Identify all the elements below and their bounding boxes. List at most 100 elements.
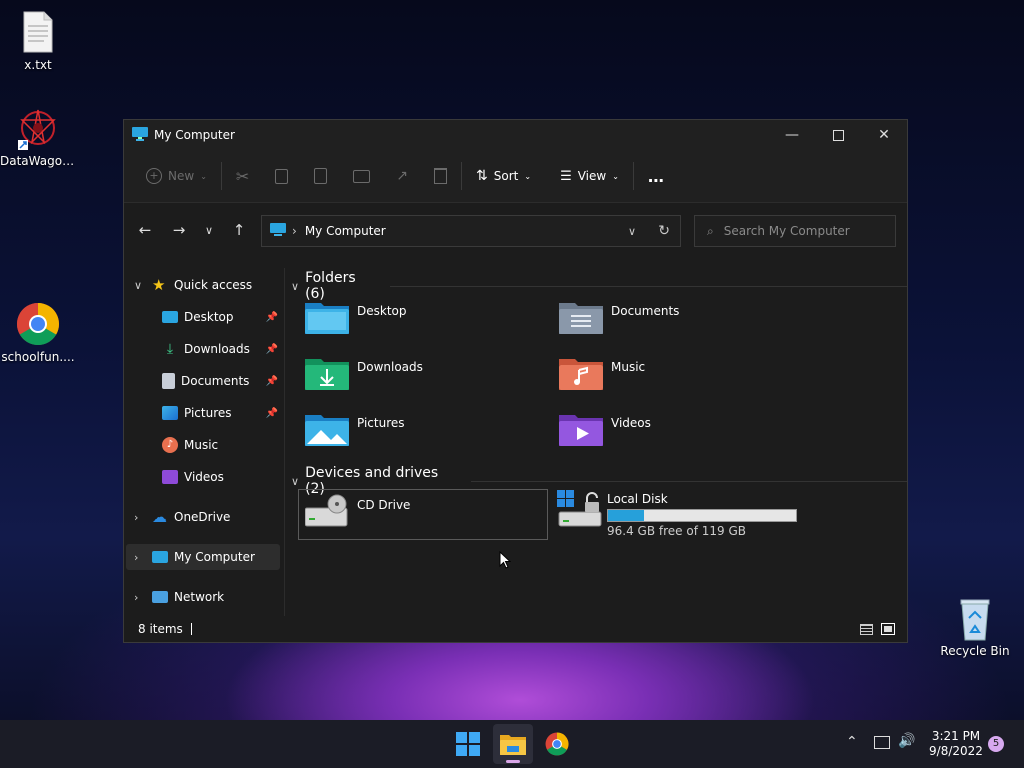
address-bar[interactable]: › My Computer ∨ ↻ bbox=[261, 215, 681, 247]
sort-button[interactable]: ⇅ Sort ⌄ bbox=[468, 160, 539, 192]
folders-section-header[interactable]: ∨ Folders (6) bbox=[291, 270, 907, 302]
clock-time: 3:21 PM bbox=[931, 729, 981, 743]
forward-button[interactable]: → bbox=[162, 215, 196, 245]
sidebar-item-network[interactable]: › Network bbox=[134, 584, 224, 610]
document-icon bbox=[162, 373, 175, 389]
tiles-view-button[interactable] bbox=[881, 623, 895, 635]
title-bar[interactable]: My Computer — ✕ bbox=[124, 120, 907, 150]
sidebar-item-videos[interactable]: Videos bbox=[162, 464, 278, 490]
folder-downloads[interactable]: Downloads bbox=[305, 356, 423, 390]
pin-icon[interactable]: 📌 bbox=[266, 376, 278, 387]
show-hidden-icons-button[interactable]: ⌃ bbox=[846, 734, 858, 750]
plus-circle-icon: + bbox=[146, 168, 162, 184]
section-divider bbox=[471, 480, 907, 482]
drive-local-disk[interactable]: Local Disk 96.4 GB free of 119 GB bbox=[557, 490, 807, 540]
pin-icon[interactable]: 📌 bbox=[266, 408, 278, 419]
windows-logo-icon bbox=[456, 732, 480, 756]
share-button[interactable]: ↗ bbox=[388, 160, 416, 192]
share-icon: ↗ bbox=[396, 168, 409, 184]
downloads-folder-icon bbox=[305, 359, 349, 390]
folder-documents[interactable]: Documents bbox=[559, 300, 679, 334]
sidebar-item-onedrive[interactable]: › ☁ OneDrive bbox=[134, 504, 230, 530]
paste-button[interactable] bbox=[306, 160, 335, 192]
delete-button[interactable] bbox=[426, 160, 455, 192]
sidebar-item-label: Network bbox=[174, 590, 225, 604]
navigation-pane: ∨ ★ Quick access Desktop 📌 ⤓ Downloads 📌… bbox=[124, 268, 285, 616]
notification-count: 5 bbox=[992, 738, 1000, 749]
sidebar-item-music[interactable]: ♪ Music bbox=[162, 432, 278, 458]
sidebar-item-label: Pictures bbox=[184, 406, 232, 420]
text-file-icon bbox=[16, 10, 60, 54]
view-button[interactable]: ☰ View ⌄ bbox=[552, 160, 627, 192]
star-icon: ★ bbox=[152, 276, 166, 294]
sidebar-item-label: Videos bbox=[184, 470, 224, 484]
sidebar-item-label: Documents bbox=[181, 374, 250, 388]
breadcrumb-location[interactable]: My Computer bbox=[305, 224, 386, 238]
sidebar-item-quick-access[interactable]: ∨ ★ Quick access bbox=[134, 272, 252, 298]
desktop-icon-x-txt[interactable]: x.txt bbox=[0, 10, 76, 72]
desktop-folder-icon bbox=[305, 303, 349, 334]
volume-icon[interactable]: 🔊 bbox=[898, 733, 915, 749]
rename-button[interactable] bbox=[345, 160, 378, 192]
disk-usage-bar bbox=[607, 509, 797, 522]
close-button[interactable]: ✕ bbox=[861, 120, 907, 150]
refresh-icon[interactable]: ↻ bbox=[658, 223, 670, 239]
drive-cd[interactable]: CD Drive bbox=[298, 489, 548, 540]
sidebar-item-label: Downloads bbox=[184, 342, 250, 356]
start-button[interactable] bbox=[448, 724, 488, 764]
sidebar-item-label: Music bbox=[184, 438, 219, 452]
file-explorer-window[interactable]: My Computer — ✕ + New ⌄ ✂ ↗ ⇅ Sort ⌄ ☰ V… bbox=[123, 119, 908, 643]
recent-locations-button[interactable]: ∨ bbox=[196, 215, 222, 245]
cd-drive-icon bbox=[305, 494, 348, 527]
search-placeholder: Search My Computer bbox=[723, 224, 850, 238]
sidebar-item-my-computer[interactable]: › My Computer bbox=[126, 544, 280, 570]
more-options-button[interactable]: … bbox=[640, 160, 672, 192]
computer-icon bbox=[152, 551, 168, 563]
sidebar-item-label: My Computer bbox=[174, 550, 255, 564]
window-title: My Computer bbox=[154, 128, 235, 142]
desktop-icon-label: Recycle Bin bbox=[940, 644, 1010, 658]
close-icon: ✕ bbox=[878, 127, 890, 143]
text-cursor bbox=[190, 623, 192, 635]
notification-badge[interactable]: 5 bbox=[988, 736, 1004, 752]
folder-videos[interactable]: Videos bbox=[559, 412, 651, 446]
chrome-icon bbox=[16, 302, 60, 346]
pin-icon[interactable]: 📌 bbox=[266, 312, 278, 323]
pin-icon[interactable]: 📌 bbox=[266, 344, 278, 355]
folder-pictures[interactable]: Pictures bbox=[305, 412, 405, 446]
arrow-left-icon: ← bbox=[138, 221, 152, 239]
taskbar-chrome[interactable] bbox=[537, 724, 577, 764]
maximize-button[interactable] bbox=[815, 120, 861, 150]
search-box[interactable]: ⌕ Search My Computer bbox=[694, 215, 896, 247]
chevron-down-icon: ∨ bbox=[291, 474, 300, 488]
back-button[interactable]: ← bbox=[128, 215, 162, 245]
folder-music[interactable]: Music bbox=[559, 356, 645, 390]
sidebar-item-label: Quick access bbox=[174, 278, 253, 292]
desktop-icon-datawagon[interactable]: DataWagon... bbox=[0, 106, 76, 168]
folder-desktop[interactable]: Desktop bbox=[305, 300, 407, 334]
sidebar-item-downloads[interactable]: ⤓ Downloads 📌 bbox=[162, 336, 278, 362]
taskbar-file-explorer[interactable] bbox=[493, 724, 533, 764]
folder-name: Documents bbox=[611, 304, 680, 318]
new-button[interactable]: + New ⌄ bbox=[138, 160, 215, 192]
sidebar-item-pictures[interactable]: Pictures 📌 bbox=[162, 400, 278, 426]
desktop-icon-chrome[interactable]: schoolfun.... bbox=[0, 302, 76, 364]
sort-icon: ⇅ bbox=[476, 168, 488, 184]
chevron-right-icon: › bbox=[134, 510, 139, 524]
clock[interactable]: 3:21 PM 9/8/2022 bbox=[926, 729, 986, 759]
toolbar-separator bbox=[632, 162, 634, 190]
copy-button[interactable] bbox=[267, 160, 296, 192]
sidebar-item-desktop[interactable]: Desktop 📌 bbox=[162, 304, 278, 330]
network-status-icon[interactable] bbox=[874, 736, 890, 749]
music-folder-icon bbox=[559, 359, 603, 390]
desktop-icon-recycle-bin[interactable]: Recycle Bin bbox=[937, 596, 1013, 658]
sidebar-item-documents[interactable]: Documents 📌 bbox=[162, 368, 278, 394]
details-view-button[interactable] bbox=[860, 623, 873, 635]
pictures-folder-icon bbox=[305, 415, 349, 446]
minimize-button[interactable]: — bbox=[769, 120, 815, 150]
sidebar-item-label: OneDrive bbox=[174, 510, 231, 524]
desktop-icon-label: schoolfun.... bbox=[1, 350, 75, 364]
cut-button[interactable]: ✂ bbox=[228, 160, 257, 192]
up-button[interactable]: ↑ bbox=[222, 215, 256, 245]
address-history-button[interactable]: ∨ bbox=[628, 225, 636, 238]
